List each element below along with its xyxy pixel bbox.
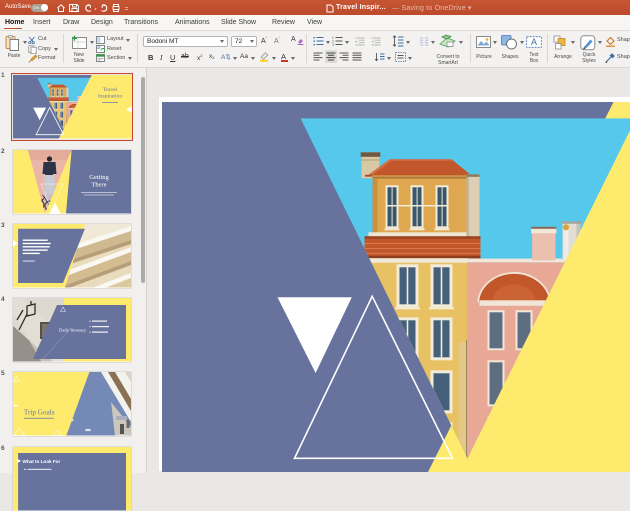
svg-text:A: A xyxy=(531,37,537,47)
svg-text:Getting: Getting xyxy=(89,174,109,181)
svg-text:Inspiration: Inspiration xyxy=(98,94,122,100)
svg-text:There: There xyxy=(91,182,106,189)
svg-text:Daily Itinerary: Daily Itinerary xyxy=(59,328,87,333)
svg-text:Travel: Travel xyxy=(103,87,118,93)
svg-text:Trip Goals: Trip Goals xyxy=(24,409,55,417)
svg-text:3: 3 xyxy=(332,43,334,46)
svg-text:What to Look For: What to Look For xyxy=(23,459,61,464)
